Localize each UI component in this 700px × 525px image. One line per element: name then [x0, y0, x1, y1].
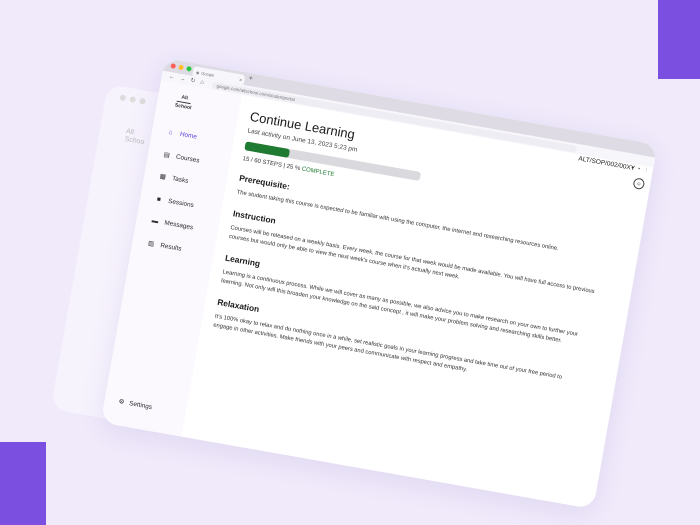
sidebar-item-settings[interactable]: ⚙ Settings	[118, 397, 153, 411]
chat-icon: ▬	[151, 217, 159, 226]
sidebar-item-label: Messages	[163, 219, 194, 232]
gear-icon: ⚙	[118, 398, 125, 407]
book-icon: ▤	[163, 150, 171, 159]
sidebar-item-sessions[interactable]: ■ Sessions	[154, 193, 198, 211]
sidebar-item-label: Courses	[175, 152, 201, 164]
browser-window: ◉ Google ✕ + ← → ↻ ⌂ google.com/altschoo…	[100, 58, 658, 510]
sidebar-nav: ⌂ Home ▤ Courses ▦ Tasks ■ Sessions ▬ Me…	[144, 126, 210, 266]
menu-dots-icon[interactable]: ⋮	[643, 167, 649, 174]
progress-separator: |	[282, 163, 286, 170]
main-content: Continue Learning Last activity on June …	[195, 109, 636, 497]
sidebar-item-label: Home	[179, 130, 198, 141]
new-tab-button[interactable]: +	[248, 75, 253, 84]
decorative-corner-bottom-left	[0, 442, 46, 525]
sidebar-item-label: Sessions	[167, 197, 195, 209]
video-icon: ■	[156, 195, 162, 203]
sidebar-item-messages[interactable]: ▬ Messages	[150, 215, 194, 233]
home-icon: ⌂	[168, 128, 174, 137]
sidebar-item-label: Results	[159, 241, 183, 253]
profile-icon[interactable]: ▪	[638, 166, 641, 172]
grid-icon: ▦	[159, 172, 167, 181]
sidebar-item-tasks[interactable]: ▦ Tasks	[157, 171, 201, 189]
sidebar-item-results[interactable]: ▥ Results	[146, 237, 190, 255]
progress-percent: 25 %	[286, 163, 301, 173]
user-icon: ☺	[635, 180, 642, 188]
tab-title: Google	[201, 70, 215, 78]
close-tab-icon[interactable]: ✕	[239, 77, 243, 83]
google-tab-icon: ◉	[195, 69, 200, 75]
sidebar-item-courses[interactable]: ▤ Courses	[161, 149, 205, 167]
document-icon: ▥	[147, 239, 155, 248]
reload-icon[interactable]: ↻	[190, 78, 196, 85]
maximize-window-dot[interactable]	[186, 65, 192, 72]
minimize-window-dot[interactable]	[178, 64, 185, 71]
steps-count: 15 / 60 STEPS	[242, 156, 283, 169]
sidebar-item-label: Tasks	[171, 175, 189, 185]
ghost-window-dots	[119, 94, 147, 105]
ghost-logo: Alt Schoo	[124, 127, 145, 147]
back-arrow-icon[interactable]: ←	[168, 74, 175, 81]
progress-complete-label: COMPLETE	[301, 166, 335, 179]
window-controls	[170, 63, 192, 72]
close-window-dot[interactable]	[170, 63, 177, 69]
decorative-corner-top-right	[658, 0, 700, 79]
altschool-logo: Alt School	[174, 94, 192, 112]
sidebar-item-home[interactable]: ⌂ Home	[165, 126, 209, 144]
progress-bar-fill	[244, 141, 290, 158]
forward-arrow-icon[interactable]: →	[179, 76, 186, 83]
home-browser-icon[interactable]: ⌂	[200, 80, 205, 87]
settings-label: Settings	[128, 399, 153, 411]
